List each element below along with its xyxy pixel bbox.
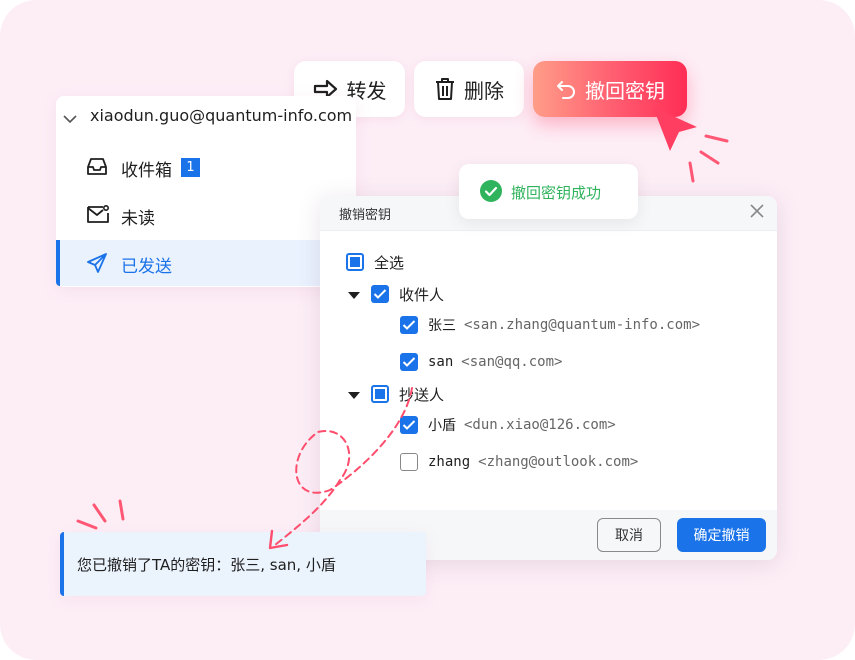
sidebar-item-label: 已发送 [121, 257, 172, 277]
sparkle-lines-icon [76, 499, 125, 530]
group-row-recipients[interactable]: 收件人 [371, 283, 444, 305]
trash-icon [434, 77, 456, 101]
recipient-name: zhang [428, 454, 471, 470]
sidebar-item-sent[interactable]: 已发送 [56, 240, 356, 286]
recipient-checkbox[interactable] [400, 316, 418, 334]
sparkle-lines-icon [688, 134, 729, 183]
cancel-button[interactable]: 取消 [597, 518, 661, 552]
recipient-email: <san@qq.com> [461, 354, 563, 370]
confirm-revoke-button[interactable]: 确定撤销 [677, 518, 766, 552]
revoke-notice: 您已撤销了TA的密钥：张三, san, 小盾 [60, 532, 426, 596]
unread-count-badge: 1 [181, 158, 200, 177]
account-switcher[interactable]: xiaodun.guo@quantum-info.com [56, 96, 356, 140]
revoke-key-dialog: 撤销密钥 全选 收件人 张三 <san.zhang@quantum-info.c… [320, 196, 777, 560]
group-label: 抄送人 [399, 385, 445, 404]
delete-label: 删除 [464, 78, 504, 103]
recipient-row[interactable]: san <san@qq.com> [400, 351, 562, 373]
recipient-name: 张三 [428, 318, 456, 334]
select-all-checkbox[interactable] [346, 253, 364, 271]
recipient-email: <dun.xiao@126.com> [464, 417, 616, 433]
sidebar-item-label: 收件箱 [121, 161, 172, 181]
select-all-label: 全选 [374, 253, 405, 272]
recipient-checkbox[interactable] [400, 453, 418, 471]
mail-icon [86, 204, 110, 228]
mail-sidebar: xiaodun.guo@quantum-info.com 收件箱 1 未读 已发… [56, 96, 356, 287]
recipient-row[interactable]: 小盾 <dun.xiao@126.com> [400, 414, 616, 436]
sidebar-item-label: 未读 [121, 209, 155, 229]
group-checkbox[interactable] [371, 385, 389, 403]
recipient-name: san [428, 354, 454, 370]
recipient-row[interactable]: 张三 <san.zhang@quantum-info.com> [400, 314, 700, 336]
toast-message: 撤回密钥成功 [511, 184, 602, 202]
delete-button[interactable]: 删除 [414, 61, 524, 117]
dialog-title: 撤销密钥 [339, 208, 392, 223]
chevron-down-icon [62, 110, 78, 129]
recipient-checkbox[interactable] [400, 353, 418, 371]
account-email: xiaodun.guo@quantum-info.com [90, 106, 353, 125]
group-label: 收件人 [399, 285, 445, 304]
notice-message: 您已撤销了TA的密钥：张三, san, 小盾 [77, 556, 336, 574]
success-toast: 撤回密钥成功 [459, 164, 638, 219]
recipient-checkbox[interactable] [400, 416, 418, 434]
recall-key-button[interactable]: 撤回密钥 [533, 61, 687, 117]
app-canvas: 转发 删除 撤回密钥 xiaodun.guo@quantum-info.com … [0, 0, 855, 660]
group-row-cc[interactable]: 抄送人 [371, 383, 444, 405]
group-checkbox[interactable] [371, 285, 389, 303]
caret-down-icon[interactable] [348, 292, 360, 299]
send-icon [86, 252, 108, 278]
check-circle-icon [480, 180, 502, 206]
undo-icon [555, 79, 577, 99]
sidebar-item-inbox[interactable]: 收件箱 1 [56, 144, 356, 190]
recipient-row[interactable]: zhang <zhang@outlook.com> [400, 451, 638, 473]
select-all-row[interactable]: 全选 [346, 251, 404, 273]
inbox-icon [86, 156, 108, 180]
sidebar-item-unread[interactable]: 未读 [56, 192, 356, 238]
close-icon[interactable] [749, 203, 765, 223]
recipient-email: <zhang@outlook.com> [478, 454, 639, 470]
recall-key-label: 撤回密钥 [585, 78, 665, 103]
caret-down-icon[interactable] [348, 392, 360, 399]
recipient-name: 小盾 [428, 418, 456, 434]
recipient-email: <san.zhang@quantum-info.com> [464, 317, 701, 333]
